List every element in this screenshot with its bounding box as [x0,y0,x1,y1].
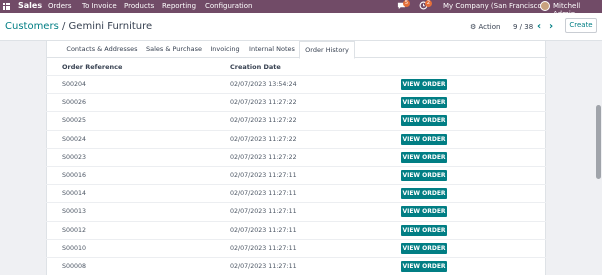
messages-icon[interactable]: 5 [397,0,410,12]
apps-menu-icon[interactable] [3,3,10,10]
breadcrumb-customers[interactable]: Customers [5,21,59,32]
user-avatar[interactable] [540,1,550,11]
chevron-left-icon[interactable]: ‹ [537,21,541,32]
creation-date: 02/07/2023 11:27:11 [230,226,297,234]
view-order-button[interactable]: VIEW ORDER [401,97,447,109]
view-order-button[interactable]: VIEW ORDER [401,151,447,163]
view-order-button[interactable]: VIEW ORDER [401,224,447,236]
creation-date: 02/07/2023 11:27:22 [230,153,297,161]
view-order-button[interactable]: VIEW ORDER [401,133,447,145]
table-row: S00204 02/07/2023 13:54:24 VIEW ORDER [46,75,546,93]
control-panel: Customers / Gemini Furniture ⚙ Action 9 … [0,13,602,41]
table-row: S00008 02/07/2023 11:27:11 VIEW ORDER [46,257,546,275]
table-row: S00010 02/07/2023 11:27:11 VIEW ORDER [46,238,546,257]
order-reference: S00204 [62,81,87,88]
view-order-button[interactable]: VIEW ORDER [401,115,447,127]
action-label: Action [478,23,501,31]
column-header-order-reference[interactable]: Order Reference [62,63,122,71]
order-reference: S00014 [62,190,87,198]
view-order-button[interactable]: VIEW ORDER [401,261,447,272]
order-reference: S00023 [62,153,87,161]
activity-icon[interactable]: 2 [419,0,432,12]
tab-internal-notes[interactable]: Internal Notes [245,41,299,58]
breadcrumb: Customers / Gemini Furniture [5,21,152,32]
table-row: S00025 02/07/2023 11:27:22 VIEW ORDER [46,111,546,129]
order-reference: S00008 [62,263,87,270]
table-row: S00012 02/07/2023 11:27:11 VIEW ORDER [46,220,546,239]
creation-date: 02/07/2023 11:27:22 [230,117,297,125]
view-order-button[interactable]: VIEW ORDER [401,206,447,218]
messages-count: 5 [403,0,410,7]
menu-products[interactable]: Products [124,2,154,10]
creation-date: 02/07/2023 11:27:11 [230,244,297,252]
creation-date: 02/07/2023 11:27:22 [230,135,297,143]
tab-sales-purchase[interactable]: Sales & Purchase [143,41,205,58]
order-reference: S00016 [62,172,87,179]
creation-date: 02/07/2023 11:27:11 [230,263,297,270]
view-order-button[interactable]: VIEW ORDER [401,188,447,200]
table-row: S00016 02/07/2023 11:27:11 VIEW ORDER [46,166,546,184]
table-row: S00013 02/07/2023 11:27:11 VIEW ORDER [46,202,546,220]
company-switcher[interactable]: My Company (San Francisco) [443,2,544,10]
menu-reporting[interactable]: Reporting [162,2,196,10]
notebook-tabs: Contacts & Addresses Sales & Purchase In… [47,41,547,59]
breadcrumb-current: Gemini Furniture [68,21,153,32]
action-button[interactable]: ⚙ Action [470,23,500,31]
view-order-button[interactable]: VIEW ORDER [401,170,447,181]
order-reference: S00013 [62,208,87,216]
create-button[interactable]: Create [565,18,597,33]
breadcrumb-separator: / [61,21,66,32]
order-reference: S00026 [62,99,87,107]
creation-date: 02/07/2023 11:27:11 [230,208,297,216]
tab-invoicing[interactable]: Invoicing [205,41,245,58]
creation-date: 02/07/2023 11:27:11 [230,190,297,198]
top-navbar: Sales Orders To Invoice Products Reporti… [0,0,602,18]
tab-order-history[interactable]: Order History [299,41,355,59]
column-header-creation-date[interactable]: Creation Date [230,63,281,71]
order-reference: S00012 [62,226,87,234]
menu-to-invoice[interactable]: To Invoice [82,2,117,10]
creation-date: 02/07/2023 11:27:22 [230,99,297,107]
pager-value[interactable]: 9 / 38 [513,23,533,31]
table-row: S00023 02/07/2023 11:27:22 VIEW ORDER [46,147,546,166]
order-reference: S00025 [62,117,87,125]
view-order-button[interactable]: VIEW ORDER [401,242,447,254]
scrollbar[interactable] [595,41,602,275]
app-name[interactable]: Sales [18,1,42,10]
creation-date: 02/07/2023 13:54:24 [230,81,297,88]
creation-date: 02/07/2023 11:27:11 [230,172,297,179]
scrollbar-thumb[interactable] [596,105,601,179]
menu-orders[interactable]: Orders [48,2,72,10]
gear-icon: ⚙ [470,23,477,31]
menu-configuration[interactable]: Configuration [205,2,252,10]
order-reference: S00024 [62,135,87,143]
view-order-button[interactable]: VIEW ORDER [401,79,447,90]
order-reference: S00010 [62,244,87,252]
chevron-right-icon[interactable]: › [549,21,553,32]
activity-count: 2 [425,0,432,7]
table-row: S00024 02/07/2023 11:27:22 VIEW ORDER [46,129,546,148]
table-row: S00014 02/07/2023 11:27:11 VIEW ORDER [46,184,546,202]
table-row: S00026 02/07/2023 11:27:22 VIEW ORDER [46,93,546,111]
tab-contacts-addresses[interactable]: Contacts & Addresses [61,41,143,58]
